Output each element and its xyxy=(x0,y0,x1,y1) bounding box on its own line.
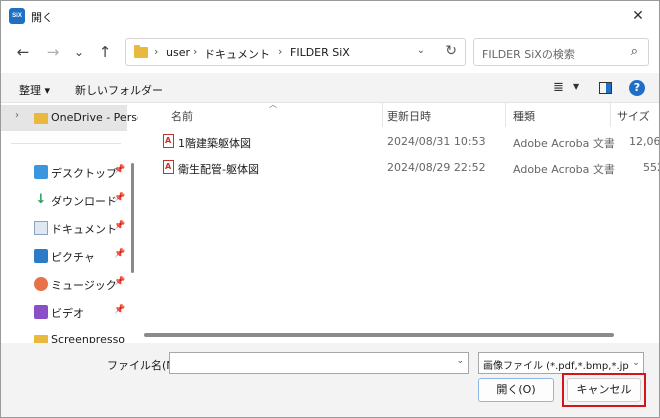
chevron-down-icon[interactable]: ⌄ xyxy=(417,45,425,56)
sidebar-item-label: ミュージック xyxy=(51,279,117,292)
title-bar: SiX 開く ✕ xyxy=(1,1,659,31)
sidebar-item-label: ビデオ xyxy=(51,307,84,320)
pin-icon: 📌 xyxy=(114,305,126,315)
sidebar-scrollbar[interactable] xyxy=(131,163,134,273)
file-size: 552 xyxy=(643,161,659,174)
refresh-icon[interactable]: ↻ xyxy=(445,43,457,59)
breadcrumb-documents[interactable]: ドキュメント xyxy=(204,46,270,62)
app-icon: SiX xyxy=(9,8,25,24)
sidebar-item-music[interactable]: ミュージック 📌 xyxy=(1,271,127,297)
column-header-modified[interactable]: 更新日時 xyxy=(387,108,431,124)
up-button[interactable]: ↑ xyxy=(93,40,117,64)
file-type-select[interactable]: 画像ファイル (*.pdf,*.bmp,*.jpg,*.jpeg) ⌄ xyxy=(478,352,644,374)
pin-icon: 📌 xyxy=(114,277,126,287)
file-size: 12,069 xyxy=(629,135,659,148)
breadcrumb-separator: › xyxy=(193,45,198,58)
chevron-down-icon[interactable]: ⌄ xyxy=(629,353,643,373)
file-row[interactable]: 衛生配管-躯体図 2024/08/29 22:52 Adobe Acroba 文… xyxy=(138,156,659,180)
chevron-right-icon[interactable]: › xyxy=(15,110,19,121)
navigation-bar: ← → ⌄ ↑ › user › ドキュメント › FILDER SiX ⌄ ↻… xyxy=(1,31,659,73)
column-divider[interactable] xyxy=(382,103,383,127)
sidebar-item-documents[interactable]: ドキュメント 📌 xyxy=(1,215,127,241)
file-name: 1階建築躯体図 xyxy=(178,137,251,150)
chevron-down-icon[interactable]: ▼ xyxy=(573,82,579,91)
pin-icon: 📌 xyxy=(114,165,126,175)
navigation-pane: › OneDrive - Perso デスクトップ 📌 ↓ ダウンロード 📌 ド… xyxy=(1,103,138,343)
sidebar-item-onedrive[interactable]: › OneDrive - Perso xyxy=(1,105,138,131)
breadcrumb-filder-six[interactable]: FILDER SiX xyxy=(290,46,350,59)
open-file-dialog: SiX 開く ✕ ← → ⌄ ↑ › user › ドキュメント › FILDE… xyxy=(0,0,660,418)
file-type-value: 画像ファイル (*.pdf,*.bmp,*.jpg,*.jpeg) xyxy=(483,361,643,372)
sidebar-item-label: Screenpresso xyxy=(51,333,126,343)
breadcrumb-separator: › xyxy=(154,45,159,58)
sidebar-item-label: ピクチャ xyxy=(51,251,95,264)
pin-icon: 📌 xyxy=(114,221,126,231)
pdf-file-icon xyxy=(163,134,174,148)
sort-ascending-icon: ︿ xyxy=(269,103,277,109)
folder-icon xyxy=(34,113,48,124)
sidebar-item-label: ダウンロード xyxy=(51,195,117,208)
close-button[interactable]: ✕ xyxy=(623,5,653,27)
recent-locations-button[interactable]: ⌄ xyxy=(67,40,91,64)
folder-icon xyxy=(134,45,148,58)
preview-pane-icon[interactable] xyxy=(599,82,612,94)
pictures-icon xyxy=(34,249,48,263)
sidebar-item-label: デスクトップ xyxy=(51,167,117,180)
search-input[interactable]: FILDER SiXの検索 xyxy=(482,46,575,62)
window-title: 開く xyxy=(31,11,53,24)
search-icon: ⌕ xyxy=(630,44,638,59)
file-list: ︿ 名前 更新日時 種類 サイズ 1階建築躯体図 2024/08/31 10:5… xyxy=(138,103,659,343)
divider xyxy=(11,143,121,144)
column-header-size[interactable]: サイズ xyxy=(617,108,650,124)
address-bar[interactable]: › user › ドキュメント › FILDER SiX ⌄ ↻ xyxy=(125,38,466,66)
highlight-box xyxy=(562,373,646,407)
breadcrumb-separator: › xyxy=(278,45,283,58)
chevron-down-icon[interactable]: ⌄ xyxy=(456,356,464,366)
column-header-name[interactable]: 名前 xyxy=(171,108,193,124)
sidebar-item-screenpresso[interactable]: Screenpresso xyxy=(1,327,127,343)
column-header-type[interactable]: 種類 xyxy=(513,108,535,124)
back-button[interactable]: ← xyxy=(11,40,35,64)
sidebar-item-videos[interactable]: ビデオ 📌 xyxy=(1,299,127,325)
breadcrumb-user[interactable]: user xyxy=(166,46,190,59)
pin-icon: 📌 xyxy=(114,193,126,203)
view-options-icon[interactable]: ≣ xyxy=(553,80,564,95)
open-button[interactable]: 開く(O) xyxy=(478,378,554,402)
sidebar-item-downloads[interactable]: ↓ ダウンロード 📌 xyxy=(1,187,127,213)
document-icon xyxy=(34,221,48,235)
desktop-icon xyxy=(34,165,48,179)
music-icon xyxy=(34,277,48,291)
file-modified: 2024/08/31 10:53 xyxy=(387,135,486,148)
filename-field[interactable]: ⌄ xyxy=(169,352,469,374)
sidebar-item-desktop[interactable]: デスクトップ 📌 xyxy=(1,159,127,185)
folder-icon xyxy=(34,335,48,343)
help-icon[interactable]: ? xyxy=(629,80,645,96)
video-icon xyxy=(34,305,48,319)
pdf-file-icon xyxy=(163,160,174,174)
file-type: Adobe Acroba 文書 xyxy=(513,137,615,150)
sidebar-item-label: ドキュメント xyxy=(51,223,117,236)
file-row[interactable]: 1階建築躯体図 2024/08/31 10:53 Adobe Acroba 文書… xyxy=(138,130,659,154)
column-divider[interactable] xyxy=(505,103,506,127)
search-box[interactable]: FILDER SiXの検索 ⌕ xyxy=(473,38,649,66)
forward-button[interactable]: → xyxy=(41,40,65,64)
command-bar: 整理 ▾ 新しいフォルダー ≣ ▼ ? xyxy=(1,73,659,103)
new-folder-button[interactable]: 新しいフォルダー xyxy=(75,82,163,98)
horizontal-scrollbar[interactable] xyxy=(144,333,614,337)
file-name: 衛生配管-躯体図 xyxy=(178,163,259,176)
download-icon: ↓ xyxy=(35,192,47,207)
pin-icon: 📌 xyxy=(114,249,126,259)
file-modified: 2024/08/29 22:52 xyxy=(387,161,486,174)
organize-menu[interactable]: 整理 ▾ xyxy=(19,82,50,98)
sidebar-item-label: OneDrive - Perso xyxy=(51,111,138,124)
sidebar-item-pictures[interactable]: ピクチャ 📌 xyxy=(1,243,127,269)
column-divider[interactable] xyxy=(610,103,611,127)
file-type: Adobe Acroba 文書 xyxy=(513,163,615,176)
dialog-footer: ファイル名(N): ⌄ 画像ファイル (*.pdf,*.bmp,*.jpg,*.… xyxy=(1,343,659,417)
